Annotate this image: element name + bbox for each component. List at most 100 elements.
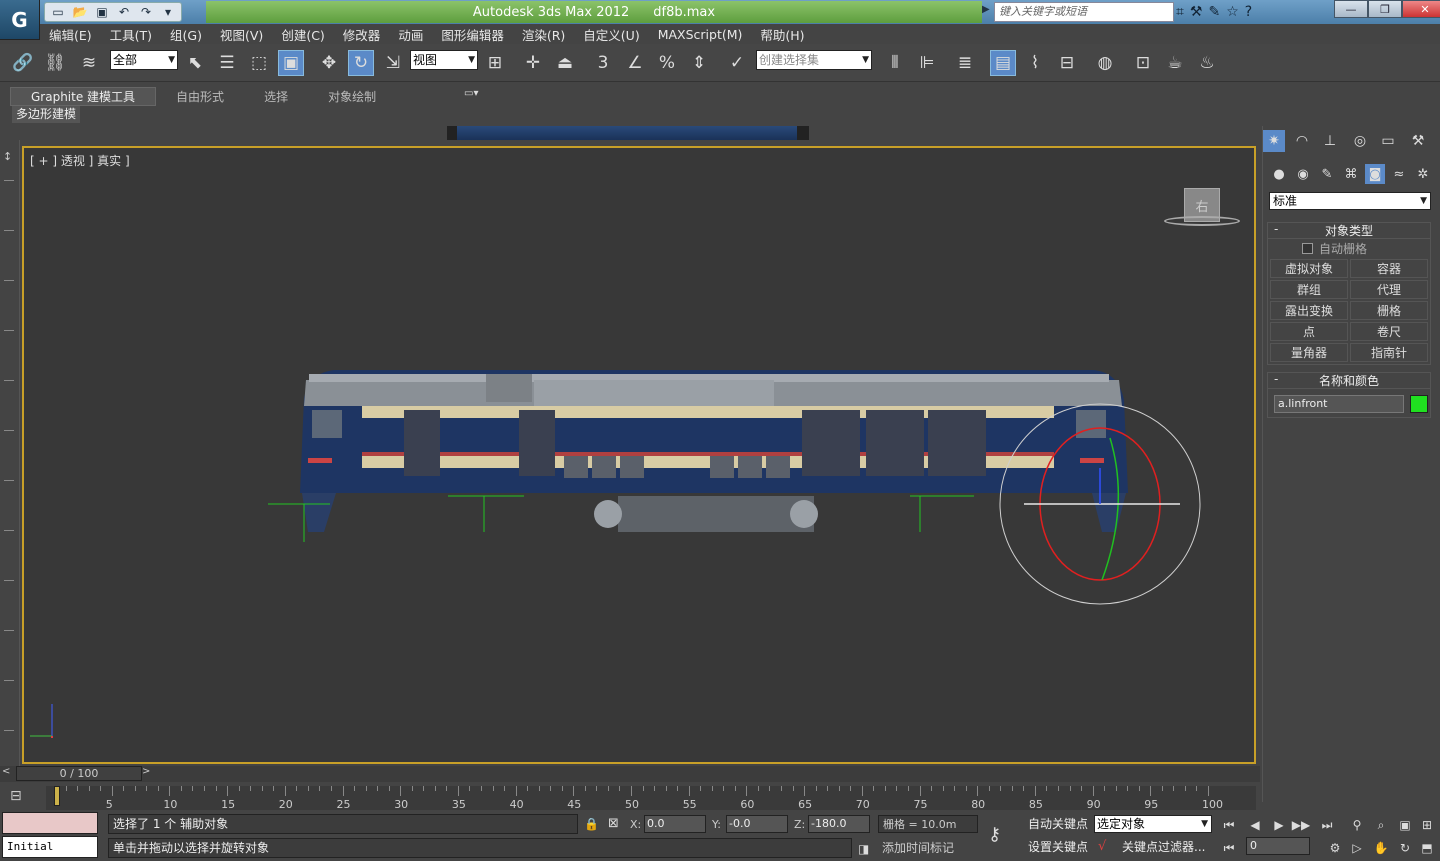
maxscript-listener-top[interactable] [2, 812, 98, 834]
select-scale-icon[interactable]: ⇲ [380, 50, 406, 76]
container-button[interactable]: 容器 [1350, 259, 1428, 278]
play-icon[interactable]: ▶ [1268, 815, 1290, 835]
select-by-name-icon[interactable]: ☰ [214, 50, 240, 76]
spinner-snap-icon[interactable]: ⇕ [686, 50, 712, 76]
undo-icon[interactable]: ↶ [115, 4, 133, 20]
absolute-mode-icon[interactable]: ⊠ [608, 816, 619, 831]
ribbon-options-icon[interactable]: ▭▾ [464, 88, 478, 99]
menu-create[interactable]: 创建(C) [272, 25, 333, 44]
tab-selection[interactable]: 选择 [244, 88, 308, 105]
menu-maxscript[interactable]: MAXScript(M) [649, 27, 752, 42]
align-icon[interactable]: ⊫ [914, 50, 940, 76]
pin-icon[interactable]: ↕ [3, 150, 12, 163]
time-slider-thumb[interactable]: 0 / 100 [16, 766, 142, 781]
autogrid-checkbox[interactable]: 自动栅格 [1268, 239, 1430, 257]
zoom-extents-all-icon[interactable]: ⊞ [1416, 815, 1438, 835]
material-editor-icon[interactable]: ◍ [1092, 50, 1118, 76]
rendered-frame-icon[interactable]: ☕ [1162, 50, 1188, 76]
subscription-icon[interactable]: ⚒ [1190, 4, 1203, 20]
menu-help[interactable]: 帮助(H) [751, 25, 813, 44]
object-color-swatch[interactable] [1410, 395, 1428, 413]
keyboard-shortcut-icon[interactable]: ⏏ [552, 50, 578, 76]
zoom-extents-icon[interactable]: ▣ [1394, 815, 1416, 835]
proxy-button[interactable]: 代理 [1350, 280, 1428, 299]
menu-animation[interactable]: 动画 [389, 25, 432, 44]
zoom-all-icon[interactable]: ⌕ [1370, 815, 1392, 835]
utilities-tab-icon[interactable]: ⚒ [1407, 130, 1429, 152]
tape-button[interactable]: 卷尺 [1350, 322, 1428, 341]
lock-selection-icon[interactable]: 🔒 [584, 817, 599, 831]
angle-snap-icon[interactable]: ∠ [622, 50, 648, 76]
tab-freeform[interactable]: 自由形式 [156, 88, 244, 105]
menu-edit[interactable]: 编辑(E) [40, 25, 101, 44]
menu-views[interactable]: 视图(V) [211, 25, 272, 44]
key-filters-button[interactable]: 关键点过滤器... [1120, 837, 1208, 857]
pivot-center-icon[interactable]: ⊞ [482, 50, 508, 76]
curve-editor-icon[interactable]: ⌇ [1022, 50, 1048, 76]
z-coordinate-input[interactable]: -180.0 [808, 815, 870, 833]
minimize-button[interactable]: — [1334, 0, 1368, 18]
poly-modeling-panel[interactable]: 多边形建模 [12, 106, 80, 123]
open-file-icon[interactable]: 📂 [71, 4, 89, 20]
name-color-header[interactable]: 名称和颜色 [1268, 372, 1430, 389]
key-mode-toggle-icon[interactable]: ⏮ [1218, 838, 1240, 858]
modify-tab-icon[interactable]: ◠ [1291, 130, 1313, 152]
locomotive-model[interactable] [300, 370, 1128, 532]
create-tab-icon[interactable]: ✷ [1263, 130, 1285, 152]
display-tab-icon[interactable]: ▭ [1377, 130, 1399, 152]
mirror-icon[interactable]: ⫴ [882, 50, 908, 76]
helpers-icon[interactable]: ◙ [1365, 164, 1385, 184]
window-crossing-icon[interactable]: ▣ [278, 50, 304, 76]
shapes-icon[interactable]: ◉ [1293, 164, 1313, 184]
select-move-icon[interactable]: ✥ [316, 50, 342, 76]
current-frame-input[interactable]: 0 [1246, 837, 1310, 855]
protractor-button[interactable]: 量角器 [1270, 343, 1348, 362]
systems-icon[interactable]: ✲ [1413, 164, 1433, 184]
selection-region-icon[interactable]: ⬚ [246, 50, 272, 76]
current-frame-marker[interactable] [54, 786, 60, 806]
favorites-icon[interactable]: ☆ [1226, 4, 1239, 20]
binoculars-icon[interactable]: ⌗ [1176, 4, 1184, 20]
search-expand-icon[interactable]: ▶ [982, 4, 992, 20]
search-input[interactable]: 键入关键字或短语 [994, 2, 1174, 22]
add-time-tag[interactable]: 添加时间标记 [878, 839, 978, 857]
snap-toggle-icon[interactable]: 3 [590, 50, 616, 76]
maximize-viewport-icon[interactable]: ⬒ [1416, 838, 1438, 858]
select-manipulate-icon[interactable]: ✛ [520, 50, 546, 76]
help-icon[interactable]: ? [1245, 4, 1252, 20]
redo-icon[interactable]: ↷ [137, 4, 155, 20]
select-object-icon[interactable]: ⬉ [182, 50, 208, 76]
mini-curve-editor-icon[interactable]: ⊟ [10, 788, 22, 804]
menu-modifiers[interactable]: 修改器 [334, 25, 390, 44]
render-production-icon[interactable]: ♨ [1194, 50, 1220, 76]
perspective-viewport[interactable]: [ + ] 透视 ] 真实 ] 右 [22, 146, 1256, 764]
next-frame-arrow-icon[interactable]: > [142, 766, 156, 780]
communication-icon[interactable]: ✎ [1208, 4, 1220, 20]
menu-customize[interactable]: 自定义(U) [574, 25, 648, 44]
y-coordinate-input[interactable]: -0.0 [726, 815, 788, 833]
point-button[interactable]: 点 [1270, 322, 1348, 341]
cameras-icon[interactable]: ⌘ [1341, 164, 1361, 184]
key-mode-dropdown[interactable]: 选定对象 [1094, 815, 1212, 833]
layer-manager-icon[interactable]: ≣ [952, 50, 978, 76]
orbit-icon[interactable]: ↻ [1394, 838, 1416, 858]
set-key-button[interactable]: 设置关键点 [1026, 837, 1091, 857]
compass-button[interactable]: 指南针 [1350, 343, 1428, 362]
link-icon[interactable]: 🔗 [10, 50, 36, 76]
go-to-end-icon[interactable]: ⏭ [1316, 815, 1338, 835]
zoom-icon[interactable]: ⚲ [1346, 815, 1368, 835]
pan-icon[interactable]: ✋ [1370, 838, 1392, 858]
close-button[interactable]: ✕ [1402, 0, 1440, 18]
selection-filter-dropdown[interactable]: 全部 [110, 50, 178, 70]
graphite-toggle-icon[interactable]: ▤ [990, 50, 1016, 76]
geometry-icon[interactable]: ● [1269, 164, 1289, 184]
bind-spacewarp-icon[interactable]: ≋ [76, 50, 102, 76]
tab-graphite[interactable]: Graphite 建模工具 [10, 86, 157, 106]
maxscript-listener-input[interactable]: Initial Cluster [2, 836, 98, 861]
object-name-input[interactable]: a.linfront [1274, 395, 1404, 413]
named-selection-dropdown[interactable]: 创建选择集 [756, 50, 872, 70]
auto-key-button[interactable]: 自动关键点 [1026, 814, 1091, 834]
hierarchy-tab-icon[interactable]: ⊥ [1319, 130, 1341, 152]
prev-frame-arrow-icon[interactable]: < [2, 766, 16, 780]
percent-snap-icon[interactable]: % [654, 50, 680, 76]
